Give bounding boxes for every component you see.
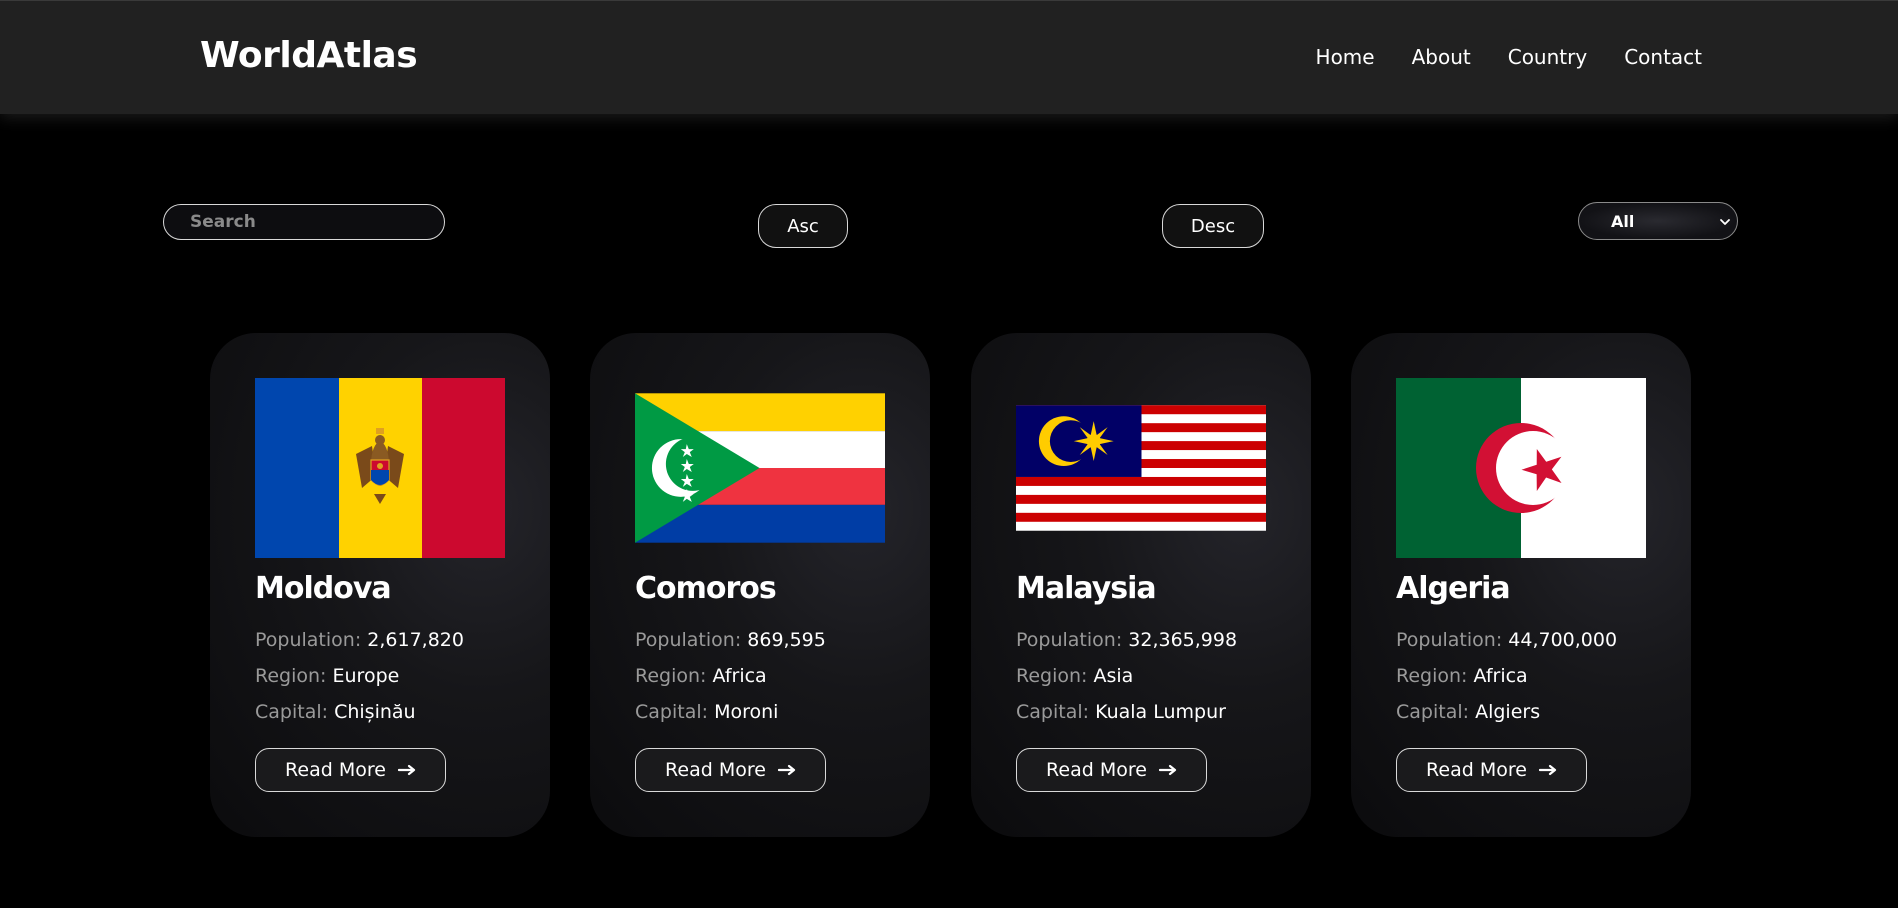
read-more-button[interactable]: Read More <box>1016 748 1207 792</box>
population-label: Population: <box>1396 629 1503 651</box>
country-capital: Capital: Chișinău <box>255 701 416 723</box>
capital-value: Algiers <box>1475 701 1541 723</box>
search-input[interactable] <box>163 204 445 240</box>
sort-desc-button[interactable]: Desc <box>1162 204 1264 248</box>
population-label: Population: <box>255 629 362 651</box>
country-population: Population: 2,617,820 <box>255 629 464 651</box>
population-value: 2,617,820 <box>367 629 464 651</box>
capital-value: Chișinău <box>334 701 416 723</box>
country-card: Comoros Population: 869,595 Region: Afri… <box>590 333 930 837</box>
malaysia-flag <box>1016 378 1266 558</box>
country-region: Region: Africa <box>635 665 767 687</box>
site-header: WorldAtlas Home About Country Contact <box>0 0 1898 114</box>
capital-label: Capital: <box>1396 701 1470 723</box>
capital-value: Kuala Lumpur <box>1095 701 1226 723</box>
population-value: 44,700,000 <box>1508 629 1618 651</box>
nav-country[interactable]: Country <box>1508 45 1587 69</box>
read-more-button[interactable]: Read More <box>1396 748 1587 792</box>
country-name: Moldova <box>255 571 392 606</box>
country-name: Malaysia <box>1016 571 1157 606</box>
country-card: Moldova Population: 2,617,820 Region: Eu… <box>210 333 550 837</box>
nav-about[interactable]: About <box>1412 45 1471 69</box>
region-value: Asia <box>1093 665 1134 687</box>
region-select[interactable]: All <box>1578 202 1738 240</box>
nav-home[interactable]: Home <box>1316 45 1375 69</box>
arrow-right-icon <box>397 764 416 776</box>
country-capital: Capital: Kuala Lumpur <box>1016 701 1226 723</box>
country-name: Comoros <box>635 571 777 606</box>
moldova-flag <box>255 378 505 558</box>
capital-value: Moroni <box>714 701 779 723</box>
country-region: Region: Europe <box>255 665 399 687</box>
country-population: Population: 44,700,000 <box>1396 629 1617 651</box>
arrow-right-icon <box>1538 764 1557 776</box>
region-label: Region: <box>635 665 707 687</box>
population-label: Population: <box>635 629 742 651</box>
malaysia-flag-image <box>1016 405 1266 531</box>
read-more-label: Read More <box>1426 759 1527 781</box>
comoros-flag <box>635 378 885 558</box>
country-population: Population: 869,595 <box>635 629 826 651</box>
read-more-button[interactable]: Read More <box>635 748 826 792</box>
population-value: 869,595 <box>747 629 826 651</box>
main-nav: Home About Country Contact <box>1316 45 1702 69</box>
country-region: Region: Africa <box>1396 665 1528 687</box>
capital-label: Capital: <box>635 701 709 723</box>
nav-contact[interactable]: Contact <box>1624 45 1702 69</box>
country-region: Region: Asia <box>1016 665 1133 687</box>
moldova-flag-image <box>255 378 505 558</box>
region-value: Africa <box>712 665 767 687</box>
country-grid: Moldova Population: 2,617,820 Region: Eu… <box>0 333 1898 837</box>
region-value: Europe <box>332 665 400 687</box>
sort-asc-button[interactable]: Asc <box>758 204 848 248</box>
site-logo[interactable]: WorldAtlas <box>200 35 418 76</box>
chevron-down-icon <box>1720 219 1730 225</box>
country-capital: Capital: Moroni <box>635 701 778 723</box>
arrow-right-icon <box>1158 764 1177 776</box>
filter-controls: Asc Desc All <box>0 202 1898 250</box>
region-label: Region: <box>255 665 327 687</box>
read-more-label: Read More <box>285 759 386 781</box>
country-card: Malaysia Population: 32,365,998 Region: … <box>971 333 1311 837</box>
country-name: Algeria <box>1396 571 1511 606</box>
algeria-flag <box>1396 378 1646 558</box>
read-more-label: Read More <box>1046 759 1147 781</box>
capital-label: Capital: <box>1016 701 1090 723</box>
region-label: Region: <box>1016 665 1088 687</box>
algeria-flag-image <box>1396 378 1646 558</box>
capital-label: Capital: <box>255 701 329 723</box>
country-card: Algeria Population: 44,700,000 Region: A… <box>1351 333 1691 837</box>
country-population: Population: 32,365,998 <box>1016 629 1237 651</box>
region-value: Africa <box>1473 665 1528 687</box>
region-label: Region: <box>1396 665 1468 687</box>
population-value: 32,365,998 <box>1128 629 1238 651</box>
arrow-right-icon <box>777 764 796 776</box>
comoros-flag-image <box>635 393 885 543</box>
population-label: Population: <box>1016 629 1123 651</box>
region-select-value: All <box>1611 212 1635 231</box>
read-more-label: Read More <box>665 759 766 781</box>
read-more-button[interactable]: Read More <box>255 748 446 792</box>
country-capital: Capital: Algiers <box>1396 701 1540 723</box>
